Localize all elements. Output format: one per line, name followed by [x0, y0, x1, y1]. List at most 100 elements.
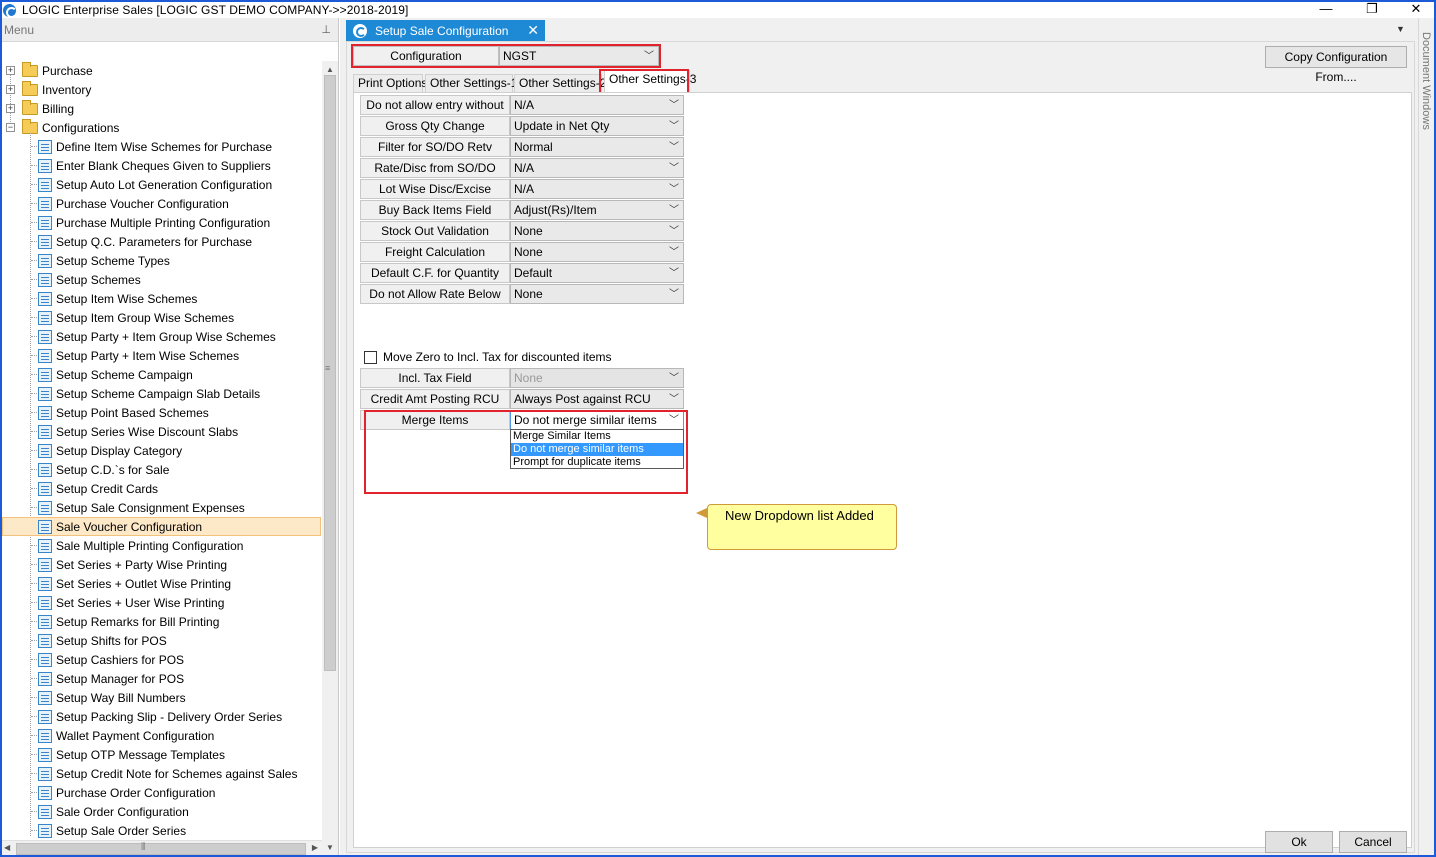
- other-settings-3-panel: Do not allow entry without N/A ﹀ Gross Qty …: [353, 92, 1412, 848]
- document-windows-strip[interactable]: Document Windows: [1418, 18, 1436, 857]
- menu-item-setup-packing-slip-delivery-order-series[interactable]: Setup Packing Slip - Delivery Order Seri…: [38, 707, 282, 726]
- document-tab-title: Setup Sale Configuration: [375, 23, 509, 38]
- credit-amt-posting-rcu-select[interactable]: Always Post against RCU ﹀: [510, 389, 684, 409]
- close-document-icon[interactable]: ✕: [527, 22, 539, 39]
- menu-item-setup-schemes[interactable]: Setup Schemes: [38, 270, 141, 289]
- menu-item-setup-sale-consignment-expenses[interactable]: Setup Sale Consignment Expenses: [38, 498, 245, 517]
- cancel-button[interactable]: Cancel: [1339, 831, 1407, 853]
- scroll-down-icon[interactable]: ▼: [326, 843, 334, 852]
- menu-item-setup-scheme-types[interactable]: Setup Scheme Types: [38, 251, 170, 270]
- document-list-dropdown-icon[interactable]: ▼: [1396, 24, 1405, 34]
- filter-for-so-do-retv-select[interactable]: Normal ﹀: [510, 137, 684, 157]
- menu-item-setup-scheme-campaign[interactable]: Setup Scheme Campaign: [38, 365, 193, 384]
- stock-out-validation-select[interactable]: None ﹀: [510, 221, 684, 241]
- menu-item-setup-otp-message-templates[interactable]: Setup OTP Message Templates: [38, 745, 225, 764]
- form-icon: [38, 158, 52, 173]
- configuration-form: Configuration NGST ﹀ Copy Configuration …: [346, 41, 1415, 853]
- menu-item-label: Purchase Multiple Printing Configuration: [56, 215, 271, 230]
- scroll-up-icon[interactable]: ▲: [326, 65, 334, 74]
- tab-other-settings-1[interactable]: Other Settings-1: [425, 74, 517, 92]
- gross-qty-change-select[interactable]: Update in Net Qty ﹀: [510, 116, 684, 136]
- menu-item-set-series-party-wise-printing[interactable]: Set Series + Party Wise Printing: [38, 555, 227, 574]
- maximize-button[interactable]: ❐: [1352, 2, 1392, 18]
- menu-item-setup-series-wise-discount-slabs[interactable]: Setup Series Wise Discount Slabs: [38, 422, 238, 441]
- menu-item-setup-way-bill-numbers[interactable]: Setup Way Bill Numbers: [38, 688, 186, 707]
- buy-back-items-field-label: Buy Back Items Field: [360, 200, 510, 220]
- menu-item-setup-auto-lot-generation-configuration[interactable]: Setup Auto Lot Generation Configuration: [38, 175, 272, 194]
- menu-item-purchase-order-configuration[interactable]: Purchase Order Configuration: [38, 783, 215, 802]
- buy-back-items-field-select[interactable]: Adjust(Rs)/Item ﹀: [510, 200, 684, 220]
- expand-icon[interactable]: +: [6, 104, 15, 113]
- menu-item-label: Purchase Voucher Configuration: [56, 196, 229, 211]
- menu-item-setup-manager-for-pos[interactable]: Setup Manager for POS: [38, 669, 184, 688]
- move-zero-checkbox-row[interactable]: Move Zero to Incl. Tax for discounted it…: [364, 349, 612, 365]
- tree-folder-configurations[interactable]: − Configurations: [5, 118, 119, 137]
- menu-item-setup-party-item-group-wise-schemes[interactable]: Setup Party + Item Group Wise Schemes: [38, 327, 276, 346]
- rate-disc-from-so-do-select[interactable]: N/A ﹀: [510, 158, 684, 178]
- menu-item-sale-multiple-printing-configuration[interactable]: Sale Multiple Printing Configuration: [38, 536, 243, 555]
- chevron-down-icon: ﹀: [669, 142, 679, 153]
- move-zero-label: Move Zero to Incl. Tax for discounted it…: [383, 350, 612, 364]
- menu-item-setup-credit-note-for-schemes-against-sales[interactable]: Setup Credit Note for Schemes against Sa…: [38, 764, 297, 783]
- menu-item-setup-scheme-campaign-slab-details[interactable]: Setup Scheme Campaign Slab Details: [38, 384, 260, 403]
- menu-item-sale-voucher-configuration[interactable]: Sale Voucher Configuration: [2, 517, 321, 536]
- ok-button[interactable]: Ok: [1265, 831, 1333, 853]
- do-not-allow-entry-without-select[interactable]: N/A ﹀: [510, 95, 684, 115]
- tree-folder-purchase[interactable]: + Purchase: [5, 61, 93, 80]
- menu-item-purchase-voucher-configuration[interactable]: Purchase Voucher Configuration: [38, 194, 229, 213]
- menu-item-setup-sale-order-series[interactable]: Setup Sale Order Series: [38, 821, 186, 840]
- menu-item-setup-display-category[interactable]: Setup Display Category: [38, 441, 182, 460]
- highlight-configuration: [351, 44, 661, 68]
- menu-item-setup-party-item-wise-schemes[interactable]: Setup Party + Item Wise Schemes: [38, 346, 239, 365]
- menu-item-wallet-payment-configuration[interactable]: Wallet Payment Configuration: [38, 726, 214, 745]
- tree-folder-billing[interactable]: + Billing: [5, 99, 74, 118]
- expand-icon[interactable]: +: [6, 85, 15, 94]
- menu-item-setup-credit-cards[interactable]: Setup Credit Cards: [38, 479, 158, 498]
- menu-item-label: Setup Scheme Campaign: [56, 367, 193, 382]
- menu-item-label: Setup Scheme Campaign Slab Details: [56, 386, 261, 401]
- menu-item-set-series-user-wise-printing[interactable]: Set Series + User Wise Printing: [38, 593, 224, 612]
- menu-item-define-item-wise-schemes-for-purchase[interactable]: Define Item Wise Schemes for Purchase: [38, 137, 272, 156]
- close-window-button[interactable]: ✕: [1396, 2, 1436, 18]
- lot-wise-disc-excise-select[interactable]: N/A ﹀: [510, 179, 684, 199]
- menu-item-setup-item-wise-schemes[interactable]: Setup Item Wise Schemes: [38, 289, 197, 308]
- do-not-allow-rate-below-select[interactable]: None ﹀: [510, 284, 684, 304]
- menu-item-set-series-outlet-wise-printing[interactable]: Set Series + Outlet Wise Printing: [38, 574, 231, 593]
- freight-calculation-label: Freight Calculation: [360, 242, 510, 262]
- menu-item-setup-remarks-for-bill-printing[interactable]: Setup Remarks for Bill Printing: [38, 612, 219, 631]
- h-scroll-thumb[interactable]: [16, 843, 306, 855]
- chevron-down-icon: ﹀: [669, 184, 679, 195]
- menu-item-setup-point-based-schemes[interactable]: Setup Point Based Schemes: [38, 403, 209, 422]
- menu-item-setup-c-d-s-for-sale[interactable]: Setup C.D.`s for Sale: [38, 460, 169, 479]
- menu-item-label: Setup Packing Slip - Delivery Order Seri…: [56, 709, 283, 724]
- tab-other-settings-2[interactable]: Other Settings-2: [514, 74, 606, 92]
- menu-horizontal-scrollbar[interactable]: ◀ ⦀ ▶: [0, 840, 322, 857]
- expand-icon[interactable]: +: [6, 66, 15, 75]
- menu-item-purchase-multiple-printing-configuration[interactable]: Purchase Multiple Printing Configuration: [38, 213, 270, 232]
- credit-amt-posting-rcu-value: Always Post against RCU: [514, 392, 651, 406]
- freight-calculation-select[interactable]: None ﹀: [510, 242, 684, 262]
- menu-item-sale-order-configuration[interactable]: Sale Order Configuration: [38, 802, 189, 821]
- scroll-right-icon[interactable]: ▶: [312, 843, 318, 852]
- chevron-down-icon: ﹀: [669, 247, 679, 258]
- menu-item-enter-blank-cheques-given-to-suppliers[interactable]: Enter Blank Cheques Given to Suppliers: [38, 156, 271, 175]
- menu-panel: Menu ⊥ + Purchase + Inventory + Billing − Confi…: [0, 18, 339, 857]
- menu-item-label: Setup Auto Lot Generation Configuration: [56, 177, 273, 192]
- default-c-f-for-quantity-select[interactable]: Default ﹀: [510, 263, 684, 283]
- menu-item-setup-shifts-for-pos[interactable]: Setup Shifts for POS: [38, 631, 167, 650]
- tab-print-options[interactable]: Print Options: [353, 74, 427, 92]
- copy-configuration-button[interactable]: Copy Configuration From....: [1265, 46, 1407, 84]
- minimize-button[interactable]: —: [1306, 2, 1346, 18]
- pin-icon[interactable]: ⊥: [321, 23, 331, 36]
- tree-folder-inventory[interactable]: + Inventory: [5, 80, 91, 99]
- menu-vertical-scrollbar[interactable]: ▲ ≡ ▼: [322, 61, 338, 857]
- menu-item-setup-cashiers-for-pos[interactable]: Setup Cashiers for POS: [38, 650, 184, 669]
- menu-item-setup-item-group-wise-schemes[interactable]: Setup Item Group Wise Schemes: [38, 308, 234, 327]
- scroll-thumb[interactable]: [324, 75, 336, 671]
- collapse-icon[interactable]: −: [6, 123, 15, 132]
- form-icon: [38, 196, 52, 211]
- document-tab[interactable]: Setup Sale Configuration ✕: [346, 20, 545, 41]
- move-zero-checkbox[interactable]: [364, 350, 377, 364]
- menu-item-setup-q-c-parameters-for-purchase[interactable]: Setup Q.C. Parameters for Purchase: [38, 232, 252, 251]
- scroll-left-icon[interactable]: ◀: [4, 843, 10, 852]
